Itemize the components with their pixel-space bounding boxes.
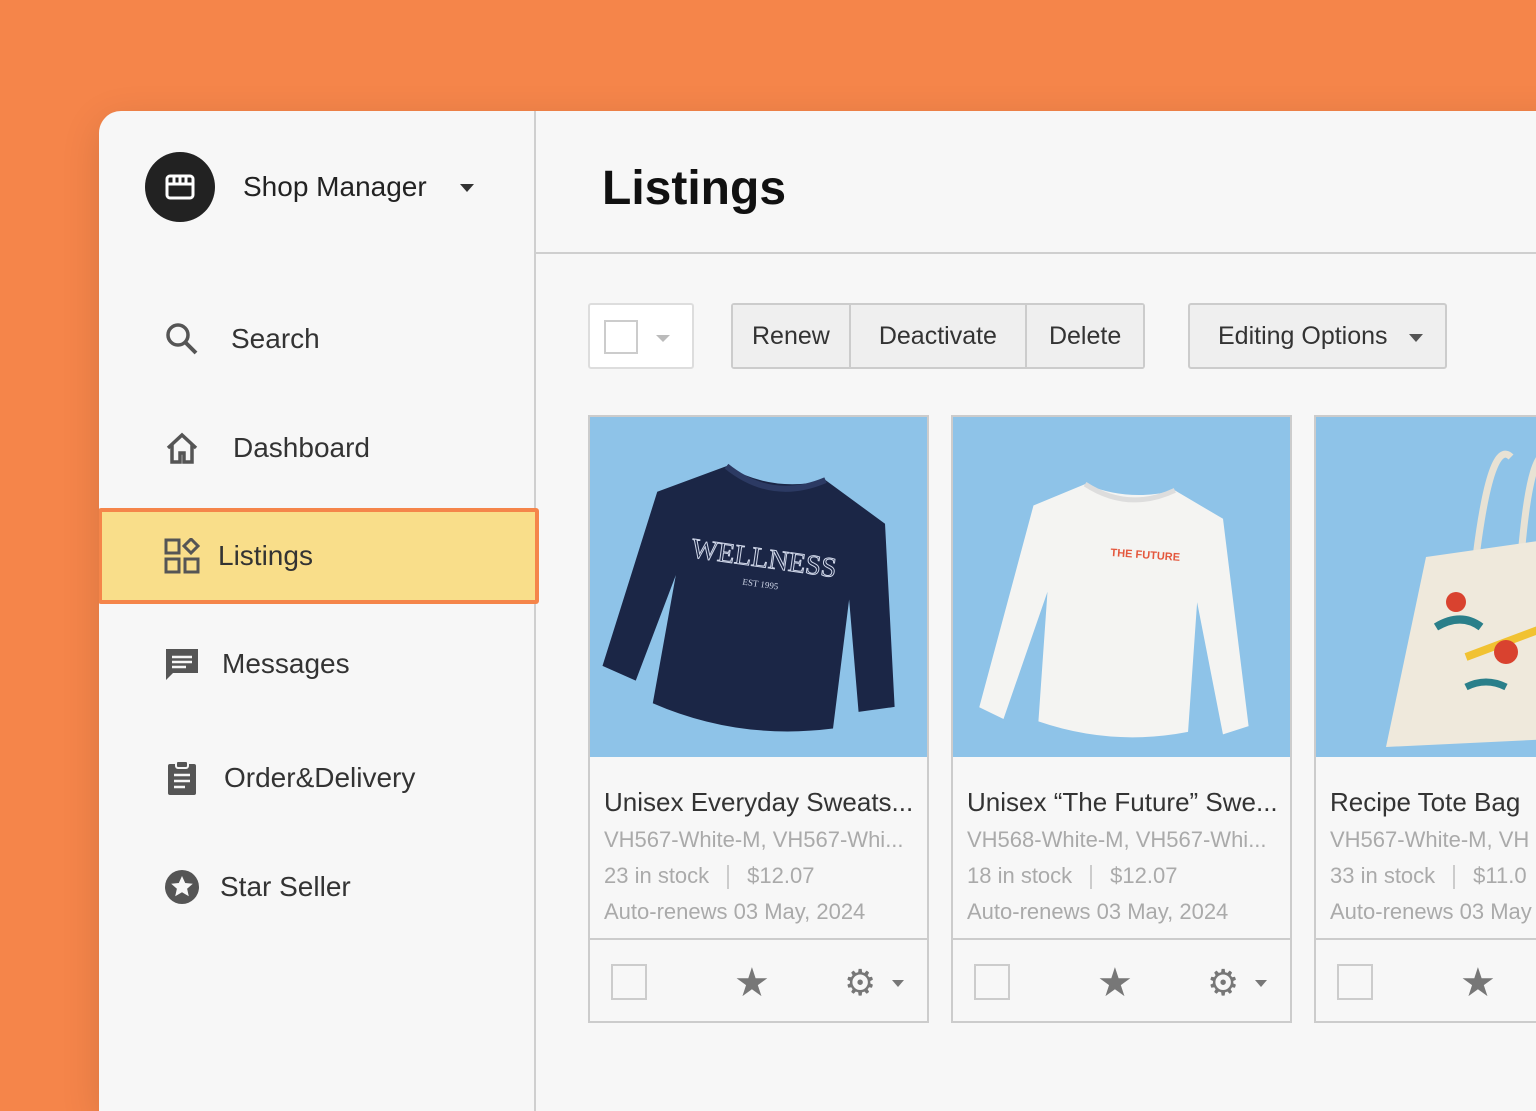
gear-icon[interactable]: ⚙ (844, 962, 876, 1004)
sidebar-item-messages[interactable]: Messages (99, 616, 536, 712)
divider (1453, 865, 1456, 890)
sidebar-item-label: Messages (222, 648, 350, 679)
listing-card[interactable]: Recipe Tote Bag VH567-White-M, VH 33 in … (1314, 415, 1536, 1023)
deactivate-button[interactable]: Deactivate (850, 305, 1027, 367)
listing-info: Unisex “The Future” Swe... VH568-White-M… (953, 757, 1290, 940)
sweatshirt-image: WELLNESS EST 1995 (602, 463, 895, 732)
sidebar-item-label: Search (231, 323, 320, 354)
product-image[interactable] (1316, 417, 1536, 757)
chevron-down-icon[interactable] (460, 184, 474, 192)
star-icon[interactable]: ★ (734, 960, 770, 1006)
listing-title[interactable]: Unisex “The Future” Swe... (967, 787, 1278, 818)
listing-checkbox[interactable] (611, 964, 647, 1000)
select-all-checkbox[interactable] (604, 320, 638, 354)
sidebar-item-dashboard[interactable]: Dashboard (99, 400, 536, 496)
sweatshirt-image: THE FUTURE (979, 482, 1249, 738)
clipboard-icon (163, 759, 201, 797)
sidebar-item-label: Star Seller (220, 871, 351, 902)
listing-stock: 33 in stock (1330, 863, 1436, 888)
listing-stock: 18 in stock (967, 863, 1073, 888)
star-badge-icon (163, 868, 201, 906)
main-content: Listings Renew Deactivate Delete Editing… (536, 111, 1536, 1111)
sidebar-item-listings[interactable]: Listings (99, 508, 539, 604)
listing-sku: VH567-White-M, VH (1330, 827, 1530, 852)
listing-info: Unisex Everyday Sweats... VH567-White-M,… (590, 757, 927, 940)
listing-sku: VH567-White-M, VH567-Whi... (604, 827, 904, 852)
listing-price: $12.07 (747, 863, 815, 888)
listing-renewal: Auto-renews 03 May (1330, 899, 1532, 924)
editing-options-dropdown[interactable]: Editing Options (1188, 303, 1447, 369)
listing-price: $11.0 (1473, 863, 1527, 888)
star-icon[interactable]: ★ (1460, 960, 1496, 1006)
listing-checkbox[interactable] (1337, 964, 1373, 1000)
sidebar-item-order-delivery[interactable]: Order&Delivery (99, 730, 536, 826)
listings-icon (163, 537, 201, 575)
header-divider (536, 252, 1536, 254)
page-title: Listings (602, 162, 787, 215)
listing-sku: VH568-White-M, VH567-Whi... (967, 827, 1267, 852)
sidebar-item-star-seller[interactable]: Star Seller (99, 839, 536, 935)
listing-price: $12.07 (1110, 863, 1178, 888)
listing-info: Recipe Tote Bag VH567-White-M, VH 33 in … (1316, 757, 1536, 940)
listing-checkbox[interactable] (974, 964, 1010, 1000)
divider (1090, 865, 1093, 890)
star-icon[interactable]: ★ (1097, 960, 1133, 1006)
listing-stock: 23 in stock (604, 863, 710, 888)
tote-bag-image (1386, 450, 1536, 747)
chevron-down-icon (1409, 334, 1423, 342)
listing-renewal: Auto-renews 03 May, 2024 (967, 899, 1229, 924)
listing-card[interactable]: WELLNESS EST 1995 Unisex Everyday Sweats… (588, 415, 929, 1023)
product-image[interactable]: THE FUTURE (953, 417, 1290, 757)
search-icon (163, 320, 201, 358)
message-icon (163, 645, 201, 683)
delete-button[interactable]: Delete (1026, 305, 1144, 367)
product-image[interactable]: WELLNESS EST 1995 (590, 417, 927, 757)
sidebar-item-label: Listings (218, 540, 313, 571)
chevron-down-icon[interactable] (1255, 980, 1267, 987)
app-window: Shop Manager Search Dashboard Listings M… (99, 111, 1536, 1111)
chevron-down-icon[interactable] (892, 980, 904, 987)
bulk-actions: Renew Deactivate Delete (731, 303, 1146, 369)
divider (727, 865, 730, 890)
chevron-down-icon[interactable] (656, 335, 670, 342)
sidebar-item-label: Order&Delivery (224, 762, 416, 793)
gear-icon[interactable]: ⚙ (1207, 962, 1239, 1004)
listing-title[interactable]: Unisex Everyday Sweats... (604, 787, 913, 818)
storefront-icon (165, 174, 195, 200)
select-all-dropdown[interactable] (588, 303, 694, 369)
home-icon (163, 429, 201, 467)
editing-options-label: Editing Options (1218, 321, 1388, 350)
listing-title[interactable]: Recipe Tote Bag (1330, 787, 1536, 818)
sidebar: Shop Manager Search Dashboard Listings M… (99, 111, 539, 1111)
listing-card[interactable]: THE FUTURE Unisex “The Future” Swe... VH… (951, 415, 1292, 1023)
shop-manager-title[interactable]: Shop Manager (243, 171, 427, 203)
sidebar-item-label: Dashboard (233, 432, 370, 463)
sidebar-item-search[interactable]: Search (99, 291, 536, 387)
shop-logo[interactable] (145, 152, 215, 222)
listing-renewal: Auto-renews 03 May, 2024 (604, 899, 866, 924)
renew-button[interactable]: Renew (733, 305, 851, 367)
